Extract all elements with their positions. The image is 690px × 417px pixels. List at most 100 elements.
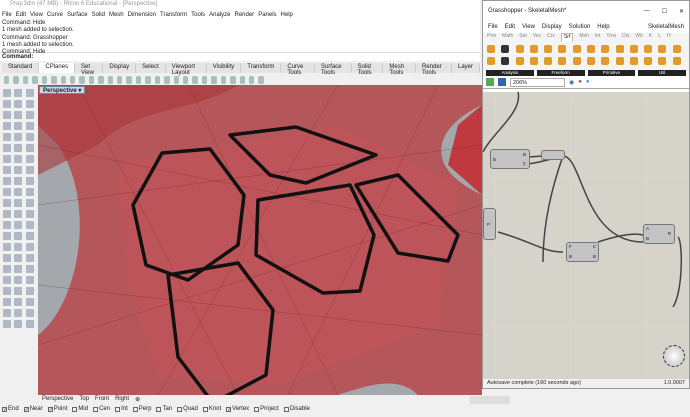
gh-tab-wb[interactable]: Wb [635, 33, 643, 42]
tool-icon[interactable] [25, 265, 34, 273]
tool-icon[interactable] [14, 254, 23, 262]
cplane-tool-icon[interactable] [135, 75, 142, 84]
cplane-tool-icon[interactable] [258, 75, 264, 84]
tool-icon[interactable] [3, 254, 11, 262]
gh-component-icon[interactable] [558, 45, 567, 53]
tab-layer[interactable]: Layer [452, 63, 480, 73]
cplane-tool-icon[interactable] [230, 75, 236, 84]
tool-icon[interactable] [14, 199, 23, 207]
cplane-tool-icon[interactable] [22, 75, 29, 84]
tab-top[interactable]: Top [79, 396, 89, 403]
cplane-tool-icon[interactable] [13, 75, 19, 84]
gh-component-icon[interactable] [572, 45, 581, 53]
cplane-tool-icon[interactable] [79, 75, 85, 84]
checkbox[interactable]: ✓ [47, 406, 53, 412]
minimize-button[interactable]: — [644, 8, 650, 14]
cplane-tool-icon[interactable] [51, 75, 57, 84]
checkbox[interactable] [72, 406, 78, 412]
checkbox[interactable]: ✓ [23, 406, 29, 412]
gh-navigation-compass[interactable] [663, 345, 685, 367]
cplane-tool-icon[interactable] [69, 75, 76, 84]
tab-render-tools[interactable]: Render Tools [416, 63, 452, 76]
gh-node-mesh[interactable]: FBCB [566, 242, 599, 262]
tool-icon[interactable] [3, 188, 11, 196]
globe-icon[interactable]: ● [586, 79, 590, 85]
menu-item[interactable]: Solid [92, 12, 105, 18]
tool-icon[interactable] [3, 166, 11, 174]
tab-perspective[interactable]: Perspective [42, 396, 73, 403]
gh-menu-item[interactable]: Edit [505, 24, 515, 30]
tool-icon[interactable] [25, 309, 34, 317]
tab-front[interactable]: Front [95, 396, 109, 403]
tool-icon[interactable] [25, 254, 34, 262]
checkbox[interactable] [156, 406, 162, 412]
tab-cplanes[interactable]: CPlanes [39, 63, 76, 73]
checkbox[interactable] [177, 406, 183, 412]
tool-icon[interactable] [3, 243, 11, 251]
checkbox[interactable] [202, 406, 208, 412]
cplane-tool-icon[interactable] [201, 75, 208, 84]
gh-node-split[interactable]: BBC [490, 149, 530, 169]
menu-item[interactable]: Tools [191, 12, 205, 18]
gh-component-icon[interactable] [487, 57, 495, 65]
menu-item[interactable]: File [2, 12, 12, 18]
tool-icon[interactable] [3, 144, 11, 152]
cplane-tool-icon[interactable] [60, 75, 66, 84]
cplane-tool-icon[interactable] [220, 75, 227, 84]
menu-item[interactable]: Surface [67, 12, 88, 18]
cplane-tool-icon[interactable] [32, 75, 38, 84]
tool-icon[interactable] [3, 199, 11, 207]
cplane-tool-icon[interactable] [98, 75, 104, 84]
tab-solid-tools[interactable]: Solid Tools [352, 63, 384, 76]
gh-component-icon[interactable] [615, 57, 624, 65]
tool-icon[interactable] [3, 155, 11, 163]
cplane-tool-icon[interactable] [154, 75, 161, 84]
tool-icon[interactable] [25, 144, 34, 152]
gh-component-icon[interactable] [586, 57, 595, 65]
viewport-label[interactable]: Perspective ▾ [39, 86, 86, 94]
cplane-tool-icon[interactable] [248, 75, 255, 84]
tool-icon[interactable] [14, 232, 23, 240]
tool-icon[interactable] [14, 166, 23, 174]
gh-component-icon[interactable] [644, 45, 653, 53]
tool-icon[interactable] [3, 177, 11, 185]
menu-item[interactable]: Panels [258, 12, 276, 18]
cplane-tool-icon[interactable] [88, 75, 95, 84]
tool-icon[interactable] [14, 133, 23, 141]
osnap-mid[interactable]: Mid [72, 406, 88, 412]
gh-component-icon[interactable] [672, 57, 681, 65]
tool-icon[interactable] [3, 309, 11, 317]
sphere-icon[interactable]: ● [578, 79, 582, 85]
tool-icon[interactable] [25, 122, 34, 130]
osnap-knot[interactable]: Knot [202, 406, 221, 412]
gh-component-icon[interactable] [658, 57, 667, 65]
menu-item[interactable]: Curve [47, 12, 63, 18]
cplane-tool-icon[interactable] [192, 75, 198, 84]
gh-component-icon[interactable] [544, 57, 553, 65]
group-util[interactable]: Util [638, 70, 686, 76]
checkbox[interactable] [115, 406, 121, 412]
group-analysis[interactable]: Analysis [486, 70, 534, 76]
tab-mesh-tools[interactable]: Mesh Tools [383, 63, 417, 76]
tool-icon[interactable] [25, 166, 34, 174]
cplane-tool-icon[interactable] [145, 75, 151, 84]
osnap-cen[interactable]: Cen [93, 406, 110, 412]
gh-component-icon[interactable] [586, 45, 595, 53]
gh-component-icon[interactable] [515, 45, 524, 53]
gh-tab-prm[interactable]: Prm [487, 33, 496, 42]
cplane-tool-icon[interactable] [107, 75, 114, 84]
gh-tab-msh[interactable]: Msh [579, 33, 588, 42]
tool-icon[interactable] [14, 298, 23, 306]
tool-icon[interactable] [14, 155, 23, 163]
gh-node-union[interactable]: ABR [643, 224, 675, 244]
tool-icon[interactable] [25, 199, 34, 207]
menu-item[interactable]: View [30, 12, 43, 18]
gh-component-icon[interactable] [529, 45, 538, 53]
gh-component-icon[interactable] [529, 57, 538, 65]
tool-icon[interactable] [3, 287, 11, 295]
gh-tab-math[interactable]: Math [502, 33, 513, 42]
tool-icon[interactable] [25, 287, 34, 295]
osnap-tan[interactable]: Tan [156, 406, 172, 412]
tool-icon[interactable] [25, 276, 34, 284]
close-button[interactable]: ✕ [679, 8, 684, 15]
